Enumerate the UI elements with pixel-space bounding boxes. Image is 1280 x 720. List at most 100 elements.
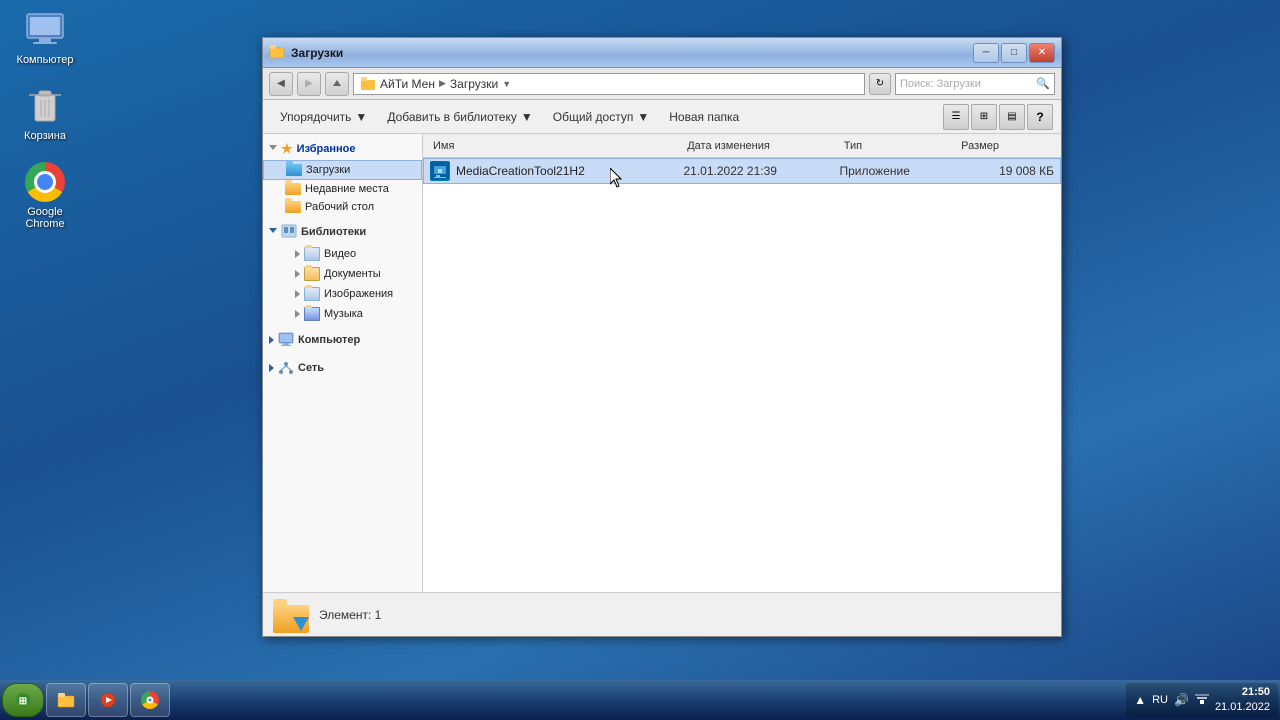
search-box[interactable]: Поиск: Загрузки 🔍 [895, 73, 1055, 95]
desktop-label: Рабочий стол [305, 201, 374, 213]
status-bar: Элемент: 1 [263, 592, 1061, 636]
search-icon[interactable]: 🔍 [1036, 77, 1050, 90]
sidebar-item-images[interactable]: Изображения [263, 284, 422, 304]
video-expand-icon [295, 250, 300, 258]
file-name: MediaCreationTool21H2 [456, 164, 585, 178]
taskbar-folder-icon [57, 692, 75, 708]
clock-time: 21:50 [1215, 685, 1270, 700]
toolbar: Упорядочить ▼ Добавить в библиотеку ▼ Об… [263, 100, 1061, 134]
favorites-label: Избранное [297, 143, 356, 155]
forward-button[interactable]: ▶ [297, 72, 321, 96]
share-button[interactable]: Общий доступ ▼ [544, 104, 659, 130]
desktop-icons: Компьютер Корзина Google Chrome [10, 10, 80, 230]
search-placeholder: Поиск: Загрузки [900, 78, 981, 90]
computer-nav-label: Компьютер [298, 334, 360, 346]
documents-label: Документы [324, 268, 381, 280]
taskbar-mediaplayer-icon [100, 692, 116, 708]
file-type: Приложение [840, 164, 957, 178]
music-label: Музыка [324, 308, 363, 320]
address-box[interactable]: АйТи Мен ▶ Загрузки ▼ [353, 73, 865, 95]
taskbar-explorer-button[interactable] [46, 683, 86, 717]
libraries-section: Библиотеки Видео Документы [263, 220, 422, 324]
refresh-button[interactable]: ↻ [869, 73, 891, 95]
images-folder-icon [304, 287, 320, 301]
chrome-icon [25, 162, 65, 202]
desktop-folder-icon [285, 201, 301, 213]
view-toggle-button[interactable]: ⊞ [971, 104, 997, 130]
col-header-date[interactable]: Дата изменения [683, 140, 840, 152]
file-list: Имя Дата изменения Тип Размер [423, 134, 1061, 592]
title-bar-icon [269, 45, 285, 61]
documents-expand-icon [295, 270, 300, 278]
taskbar-mediaplayer-button[interactable] [88, 683, 128, 717]
sidebar-item-video[interactable]: Видео [263, 244, 422, 264]
favorites-section: ★ Избранное Загрузки Недавние места Рабо… [263, 138, 422, 216]
main-content: ★ Избранное Загрузки Недавние места Рабо… [263, 134, 1061, 592]
up-button[interactable] [325, 72, 349, 96]
sidebar-item-documents[interactable]: Документы [263, 264, 422, 284]
language-indicator[interactable]: RU [1152, 694, 1168, 706]
desktop-icon-chrome[interactable]: Google Chrome [10, 162, 80, 230]
address-dropdown-arrow[interactable]: ▼ [502, 79, 511, 89]
network-nav-label: Сеть [298, 362, 324, 374]
images-expand-icon [295, 290, 300, 298]
video-folder-icon [304, 247, 320, 261]
maximize-button[interactable]: □ [1001, 43, 1027, 63]
trash-icon-label: Корзина [24, 130, 66, 142]
status-arrow-icon [293, 617, 309, 631]
network-tray-icon[interactable] [1195, 693, 1209, 708]
add-library-button[interactable]: Добавить в библиотеку ▼ [378, 104, 541, 130]
status-folder-icon [273, 597, 309, 633]
preview-button[interactable]: ▤ [999, 104, 1025, 130]
back-button[interactable]: ◀ [269, 72, 293, 96]
column-headers: Имя Дата изменения Тип Размер [423, 134, 1061, 158]
sidebar-item-music[interactable]: Музыка [263, 304, 422, 324]
tray-expand-icon[interactable]: ▲ [1134, 693, 1146, 707]
desktop-icon-computer[interactable]: Компьютер [10, 10, 80, 66]
libraries-header[interactable]: Библиотеки [263, 220, 422, 244]
file-name-cell: W MediaCreationTool21H2 [430, 161, 684, 181]
view-options-button[interactable]: ☰ [943, 104, 969, 130]
computer-header[interactable]: Компьютер [263, 328, 422, 352]
favorites-expand-icon [269, 145, 277, 154]
sidebar-item-downloads[interactable]: Загрузки [263, 160, 422, 180]
svg-text:W: W [438, 169, 443, 175]
taskbar-chrome-button[interactable] [130, 683, 170, 717]
sidebar-item-recent[interactable]: Недавние места [263, 180, 422, 198]
network-header[interactable]: Сеть [263, 356, 422, 380]
start-button[interactable]: ⊞ [2, 683, 44, 717]
col-header-type[interactable]: Тип [840, 140, 957, 152]
address-part1: АйТи Мен [380, 77, 435, 91]
new-folder-button[interactable]: Новая папка [660, 104, 748, 130]
file-row-mediacreationtool[interactable]: W MediaCreationTool21H2 21.01.2022 21:39… [423, 158, 1061, 184]
trash-icon [25, 86, 65, 126]
recent-folder-icon [285, 183, 301, 195]
address-bar-area: ◀ ▶ АйТи Мен ▶ Загрузки ▼ ↻ Поиск: Загру… [263, 68, 1061, 100]
file-size: 19 008 КБ [957, 164, 1055, 178]
windows-logo-icon: ⊞ [15, 692, 31, 708]
network-expand-icon [269, 364, 274, 372]
add-library-dropdown-icon: ▼ [521, 110, 533, 124]
col-header-name[interactable]: Имя [429, 140, 683, 152]
libraries-label: Библиотеки [301, 226, 366, 238]
address-part2: Загрузки [450, 77, 498, 91]
status-text: Элемент: 1 [319, 608, 381, 622]
volume-icon[interactable]: 🔊 [1174, 693, 1189, 707]
favorites-header[interactable]: ★ Избранное [263, 138, 422, 160]
recent-label: Недавние места [305, 183, 389, 195]
desktop-icon-trash[interactable]: Корзина [10, 86, 80, 142]
images-label: Изображения [324, 288, 393, 300]
sidebar-item-desktop[interactable]: Рабочий стол [263, 198, 422, 216]
minimize-button[interactable]: ─ [973, 43, 999, 63]
sort-label: Упорядочить [280, 110, 351, 124]
downloads-label: Загрузки [306, 164, 350, 176]
title-bar-buttons: ─ □ ✕ [973, 43, 1055, 63]
computer-expand-icon [269, 336, 274, 344]
close-button[interactable]: ✕ [1029, 43, 1055, 63]
help-button[interactable]: ? [1027, 104, 1053, 130]
sort-button[interactable]: Упорядочить ▼ [271, 104, 376, 130]
col-header-size[interactable]: Размер [957, 140, 1055, 152]
system-clock[interactable]: 21:50 21.01.2022 [1215, 685, 1270, 716]
clock-date: 21.01.2022 [1215, 700, 1270, 715]
chrome-icon-label: Google Chrome [10, 206, 80, 230]
